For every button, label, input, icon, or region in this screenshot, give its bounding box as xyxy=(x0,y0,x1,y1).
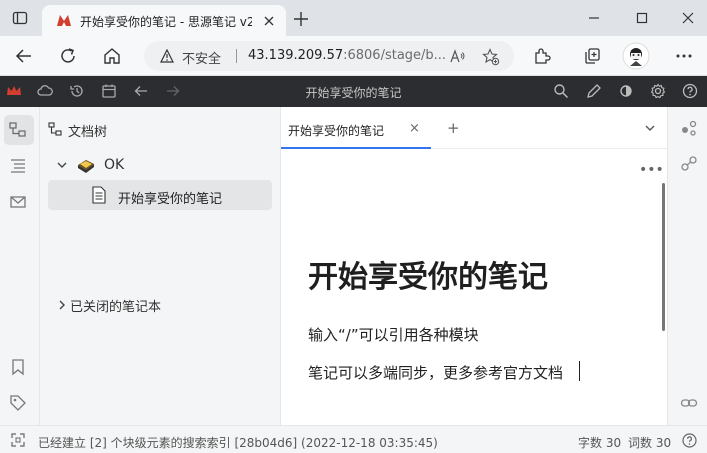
window-close-icon[interactable] xyxy=(678,8,698,28)
fullscreen-icon[interactable] xyxy=(11,433,25,447)
url-host: 43.139.209.57 xyxy=(248,48,344,63)
theme-mode-icon[interactable] xyxy=(618,83,634,99)
outline-icon[interactable] xyxy=(8,156,28,176)
document-icon xyxy=(92,186,106,204)
editor-scrollbar[interactable] xyxy=(662,183,665,331)
security-label: 不安全 xyxy=(182,52,222,67)
maximize-icon[interactable] xyxy=(632,8,652,28)
char-count: 字数 30 xyxy=(578,436,622,450)
back-arrow-icon[interactable] xyxy=(133,83,149,99)
global-graph-icon[interactable] xyxy=(680,155,698,173)
calendar-icon[interactable] xyxy=(101,83,117,99)
file-tree-panel: 文档树 OK 开始享受你的笔记 已关闭的笔记本 xyxy=(40,107,281,425)
backlinks-icon[interactable] xyxy=(680,394,698,412)
back-icon[interactable] xyxy=(14,46,34,66)
minimize-icon[interactable] xyxy=(584,8,604,28)
document-name: 开始享受你的笔记 xyxy=(118,192,223,207)
url-text: 43.139.209.57:6806/stage/b... xyxy=(248,48,446,63)
app-toolbar: 开始享受你的笔记 xyxy=(0,76,707,107)
left-dock xyxy=(0,107,40,425)
more-options-button[interactable]: ••• xyxy=(639,162,664,178)
browser-navbar: 不安全 43.139.209.57:6806/stage/b... xyxy=(0,36,707,76)
chevron-down-icon[interactable] xyxy=(56,159,68,171)
file-tree-header: 文档树 xyxy=(68,125,108,140)
status-message: 已经建立 [2] 个块级元素的搜索索引 [28b04d6] (2022-12-1… xyxy=(38,436,438,450)
tab-document[interactable]: 开始享受你的笔记 × xyxy=(281,107,431,149)
browser-tab[interactable]: 开始享受你的笔记 - 思源笔记 v2. xyxy=(42,5,286,36)
add-tab-button[interactable]: + xyxy=(447,119,460,137)
chevron-down-icon[interactable] xyxy=(644,122,656,134)
cloud-sync-icon[interactable] xyxy=(37,83,53,99)
home-icon[interactable] xyxy=(102,46,122,66)
graph-view-icon[interactable] xyxy=(680,119,698,137)
extensions-icon[interactable] xyxy=(532,46,552,66)
chevron-right-icon[interactable] xyxy=(56,299,68,311)
inbox-mail-icon[interactable] xyxy=(8,192,28,212)
search-icon[interactable] xyxy=(553,83,569,99)
browser-tab-title: 开始享受你的笔记 - 思源笔记 v2. xyxy=(80,15,252,29)
right-dock xyxy=(667,107,707,425)
help-icon[interactable] xyxy=(682,433,697,448)
closed-notebooks-item[interactable]: 已关闭的笔记本 xyxy=(48,293,274,317)
help-icon[interactable] xyxy=(682,83,698,99)
siyuan-favicon xyxy=(56,13,72,27)
editor-panel: 开始享受你的笔记 × + ••• 开始享受你的笔记 输入“/”可以引用各种模块 … xyxy=(281,107,667,425)
refresh-icon[interactable] xyxy=(58,46,78,66)
paragraph-block[interactable]: 笔记可以多端同步，更多参考官方文档 xyxy=(308,362,563,383)
word-count: 词数 30 xyxy=(628,436,672,450)
browser-tab-strip: 开始享受你的笔记 - 思源笔记 v2. xyxy=(0,0,707,36)
profile-avatar[interactable] xyxy=(622,42,650,70)
close-tab-button[interactable]: × xyxy=(409,121,420,136)
closed-notebooks-label: 已关闭的笔记本 xyxy=(70,300,162,315)
new-tab-icon[interactable] xyxy=(292,10,310,28)
tag-icon[interactable] xyxy=(8,393,28,413)
url-path: :6806/stage/b... xyxy=(343,48,447,63)
settings-gear-icon[interactable] xyxy=(650,83,666,99)
editor-tab-bar: 开始享受你的笔记 × + xyxy=(281,107,667,149)
tab-actions-icon[interactable] xyxy=(12,10,28,26)
crown-icon[interactable] xyxy=(6,83,22,99)
notebook-icon xyxy=(76,156,96,174)
file-tree-icon[interactable] xyxy=(8,120,28,140)
add-favorite-icon[interactable] xyxy=(482,48,500,66)
tab-document-label: 开始享受你的笔记 xyxy=(288,124,385,138)
read-aloud-icon[interactable] xyxy=(450,48,466,64)
forward-arrow-icon[interactable] xyxy=(165,83,181,99)
close-tab-icon[interactable] xyxy=(260,12,278,30)
collections-icon[interactable] xyxy=(582,46,602,66)
notebook-name: OK xyxy=(104,157,125,173)
status-bar: 已经建立 [2] 个块级元素的搜索索引 [28b04d6] (2022-12-1… xyxy=(0,425,707,453)
edit-pencil-icon[interactable] xyxy=(586,83,602,99)
file-tree-header-icon xyxy=(48,122,62,136)
notebook-item[interactable]: OK xyxy=(48,153,274,179)
document-item[interactable]: 开始享受你的笔记 xyxy=(48,180,272,210)
document-title[interactable]: 开始享受你的笔记 xyxy=(308,252,548,296)
address-bar[interactable]: 不安全 43.139.209.57:6806/stage/b... xyxy=(144,41,514,71)
address-divider xyxy=(236,49,237,63)
paragraph-block[interactable]: 输入“/”可以引用各种模块 xyxy=(308,324,479,345)
history-icon[interactable] xyxy=(69,83,85,99)
bookmark-icon[interactable] xyxy=(8,357,28,377)
text-cursor xyxy=(579,361,580,381)
warning-icon[interactable] xyxy=(160,49,174,63)
more-menu-icon[interactable] xyxy=(674,46,694,66)
